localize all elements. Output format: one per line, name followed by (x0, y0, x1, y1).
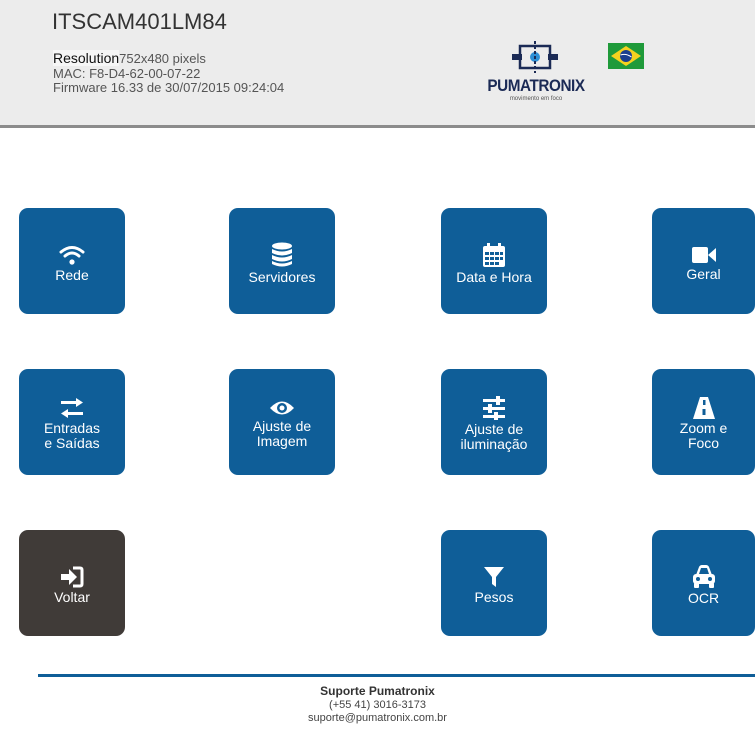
menu-servidores-label: Servidores (248, 268, 316, 285)
menu-ajuste-iluminacao-button[interactable]: Ajuste de iluminação (441, 369, 547, 475)
video-camera-icon (691, 246, 716, 263)
road-icon (692, 397, 715, 419)
mac-address: MAC: F8-D4-62-00-07-22 (53, 66, 201, 81)
menu-entradas-saidas-label: Entradas e Saídas (40, 421, 104, 451)
footer: Suporte Pumatronix (+55 41) 3016-3173 su… (0, 684, 755, 725)
label-line: Foco (687, 435, 720, 451)
menu-servidores-button[interactable]: Servidores (229, 208, 335, 314)
label-line: e Saídas (44, 435, 100, 451)
resolution-line: Resolution752x480 pixels (53, 50, 206, 66)
label-line: Entradas (43, 420, 101, 436)
label-line: iluminação (460, 436, 528, 452)
menu-zoom-foco-label: Zoom e Foco (676, 421, 731, 451)
menu-entradas-saidas-button[interactable]: Entradas e Saídas (19, 369, 125, 475)
footer-phone: (+55 41) 3016-3173 (329, 699, 426, 711)
label-line: Ajuste de (464, 421, 524, 437)
menu-geral-label: Geral (686, 265, 721, 282)
pumatronix-logo: PUMATRONIX movimento em foco (476, 38, 596, 108)
wifi-icon (59, 245, 85, 265)
resolution-value: 752x480 pixels (119, 51, 206, 66)
database-icon (272, 242, 292, 266)
menu-ajuste-iluminacao-label: Ajuste de iluminação (457, 422, 532, 452)
car-icon (692, 564, 715, 588)
logo-mark-icon (512, 41, 558, 73)
label-line: Zoom e (679, 420, 728, 436)
footer-divider (38, 674, 755, 677)
menu-rede-label: Rede (55, 266, 89, 283)
footer-email[interactable]: suporte@pumatronix.com.br (0, 712, 755, 725)
footer-title: Suporte Pumatronix (320, 684, 435, 698)
brand-name: PUMATRONIX (487, 76, 585, 95)
menu-zoom-foco-button[interactable]: Zoom e Foco (652, 369, 755, 475)
filter-icon (484, 566, 504, 587)
resolution-label: Resolution (53, 50, 120, 66)
menu-ajuste-imagem-label: Ajuste de Imagem (249, 419, 315, 449)
menu-ajuste-imagem-button[interactable]: Ajuste de Imagem (229, 369, 335, 475)
menu-ocr-button[interactable]: OCR (652, 530, 755, 636)
device-name: ITSCAM401LM84 (52, 9, 227, 34)
menu-geral-button[interactable]: Geral (652, 208, 755, 314)
header: ITSCAM401LM84 Resolution752x480 pixels M… (0, 0, 755, 128)
menu-pesos-label: Pesos (474, 588, 514, 605)
label-line: Imagem (256, 433, 308, 449)
label-line: Ajuste de (252, 418, 312, 434)
menu-data-hora-button[interactable]: Data e Hora (441, 208, 547, 314)
menu-pesos-button[interactable]: Pesos (441, 530, 547, 636)
exchange-arrows-icon (61, 398, 83, 418)
menu-voltar-button[interactable]: Voltar (19, 530, 125, 636)
menu-ocr-label: OCR (687, 589, 720, 606)
brand-tagline: movimento em foco (509, 96, 563, 102)
menu-voltar-label: Voltar (54, 588, 90, 605)
eye-icon (270, 401, 294, 415)
menu-data-hora-label: Data e Hora (456, 268, 532, 285)
brazil-flag-icon[interactable] (608, 43, 644, 69)
menu-rede-button[interactable]: Rede (19, 208, 125, 314)
calendar-icon (483, 242, 505, 267)
sliders-icon (483, 396, 505, 420)
sign-in-icon (61, 566, 84, 587)
firmware-version: Firmware 16.33 de 30/07/2015 09:24:04 (53, 80, 285, 95)
